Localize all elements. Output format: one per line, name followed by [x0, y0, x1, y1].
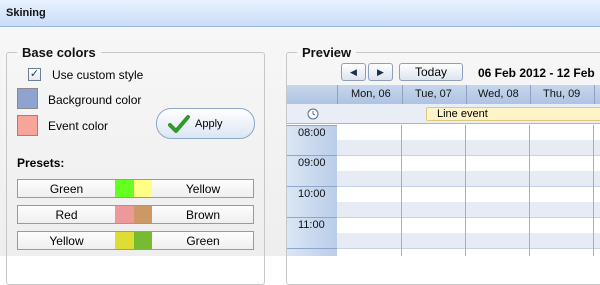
use-custom-style-checkbox[interactable]: ✓ [28, 68, 41, 81]
day-separator [594, 85, 595, 104]
preset-name-1: Red [55, 208, 78, 222]
day-header: Thu, 09 [543, 88, 581, 100]
preset-color-1 [115, 232, 134, 249]
preview-legend: Preview [302, 45, 352, 60]
window-titlebar: Skining [0, 0, 600, 27]
presets-title: Presets: [17, 156, 65, 170]
preset-name-1: Yellow [49, 234, 84, 248]
preset-name-2: Green [186, 234, 220, 248]
day-column-line [529, 125, 530, 256]
preset-name-1: Green [49, 182, 84, 196]
day-header: Tue, 07 [415, 88, 452, 100]
time-label: 10:00 [298, 188, 326, 200]
time-column: 08:00 09:00 10:00 11:00 [287, 125, 337, 256]
preset-yellow-green[interactable]: Yellow Green [17, 231, 254, 250]
background-color-swatch[interactable] [17, 88, 38, 109]
preset-color-1 [115, 206, 134, 223]
day-separator [466, 85, 467, 104]
day-column-line [401, 125, 402, 256]
preset-red-brown[interactable]: Red Brown [17, 205, 254, 224]
today-button[interactable]: Today [399, 63, 463, 81]
hour-divider [287, 155, 337, 156]
use-custom-style-label: Use custom style [52, 68, 144, 82]
event-color-swatch[interactable] [17, 115, 38, 136]
triangle-right-icon: ▶ [377, 67, 384, 77]
preset-color-2 [134, 232, 152, 249]
preset-name-2: Yellow [185, 182, 221, 196]
date-range-label: 06 Feb 2012 - 12 Feb [478, 66, 595, 80]
half-hour-band [337, 140, 600, 155]
clock-icon [307, 108, 319, 120]
hour-line [337, 217, 600, 218]
line-event[interactable]: Line event [426, 107, 600, 121]
preset-green-yellow[interactable]: Green Yellow [17, 179, 254, 198]
next-week-button[interactable]: ▶ [368, 63, 393, 81]
all-day-row: Line event [287, 104, 600, 124]
preset-color-2 [134, 180, 152, 197]
half-hour-band [337, 202, 600, 217]
hour-line [337, 186, 600, 187]
preset-color-1 [115, 180, 134, 197]
hour-divider [287, 186, 337, 187]
time-label: 09:00 [298, 157, 326, 169]
base-colors-legend: Base colors [22, 45, 96, 60]
half-hour-band [337, 171, 600, 186]
previous-week-button[interactable]: ◀ [341, 63, 366, 81]
apply-button-label: Apply [195, 118, 223, 130]
time-label: 11:00 [298, 219, 325, 231]
time-label: 08:00 [298, 127, 326, 139]
preset-name-2: Brown [185, 208, 220, 222]
triangle-left-icon: ◀ [350, 67, 357, 77]
preset-color-2 [134, 206, 152, 223]
day-header-row: Mon, 06 Tue, 07 Wed, 08 Thu, 09 [287, 85, 600, 104]
hour-divider [287, 248, 337, 249]
day-column-line [465, 125, 466, 256]
event-color-label: Event color [48, 119, 109, 133]
window-title: Skining [6, 7, 46, 19]
apply-button[interactable]: Apply [156, 108, 255, 139]
hour-line [337, 155, 600, 156]
day-separator [337, 85, 338, 104]
hour-divider [287, 125, 337, 126]
day-column-line [593, 125, 594, 256]
day-separator [530, 85, 531, 104]
hour-line [337, 248, 600, 249]
day-header: Wed, 08 [478, 88, 519, 100]
background-color-label: Background color [48, 93, 142, 107]
scheduler-preview: Mon, 06 Tue, 07 Wed, 08 Thu, 09 Line eve… [287, 85, 600, 256]
hour-divider [287, 217, 337, 218]
day-separator [402, 85, 403, 104]
checkmark-icon [168, 115, 190, 133]
time-grid[interactable] [337, 125, 600, 256]
day-header: Mon, 06 [351, 88, 391, 100]
half-hour-band [337, 233, 600, 248]
